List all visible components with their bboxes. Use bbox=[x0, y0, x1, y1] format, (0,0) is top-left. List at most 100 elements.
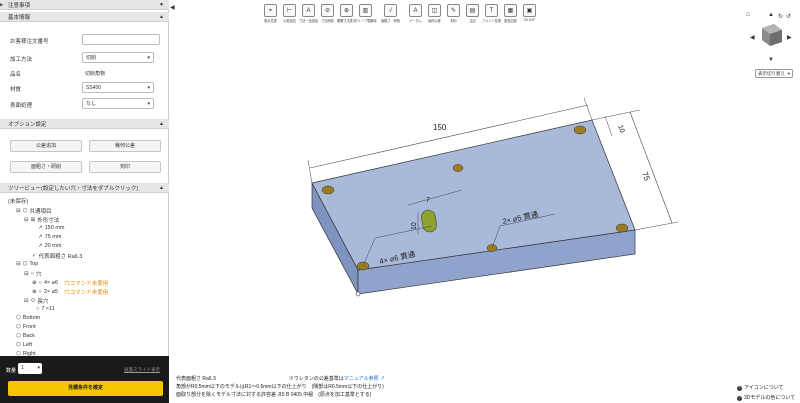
tree-slot-item[interactable]: ○ 7 ×11 bbox=[36, 306, 55, 312]
tree-bottom[interactable]: ⬡ Bottom bbox=[16, 315, 40, 321]
rotate-ccw-icon[interactable]: ↺ bbox=[786, 13, 791, 20]
tree-roughness[interactable]: ✓ 代表面粗さ Ra6.3 bbox=[32, 252, 82, 260]
tree-front[interactable]: ⬡ Front bbox=[16, 324, 36, 330]
roughness-button[interactable]: 面粗さ・研削 bbox=[10, 161, 82, 173]
tree-common[interactable]: ⊟ ⬡ 共通項目 bbox=[16, 207, 51, 215]
help-links: ? アイコンについて ? 3Dモデルの色について bbox=[737, 383, 795, 403]
tree-slot[interactable]: ⊟ ⬭ 長穴 bbox=[24, 297, 48, 306]
dxf-button[interactable]: ▦ 数長記録 bbox=[502, 4, 519, 28]
hole[interactable] bbox=[573, 125, 587, 135]
order-no-input[interactable] bbox=[82, 34, 160, 45]
tolerance-button[interactable]: ⊢ 公差追加 bbox=[281, 4, 298, 28]
plus-icon[interactable]: ⊕ bbox=[32, 280, 37, 286]
tree-top[interactable]: ⊟ ⬡ Top bbox=[16, 261, 38, 267]
dim-delete-button[interactable]: ⊘ 寸法削除 bbox=[319, 4, 336, 28]
notes: 代表面粗さ Ra6.3 ※ウレタンの公差基準はマニュアル参照 ↗ 角部がR0.5… bbox=[176, 375, 385, 399]
surface-select[interactable]: なし ▾ bbox=[82, 98, 154, 109]
tree-outer-dims[interactable]: ⊟ ⊞ 外形寸法 bbox=[24, 216, 59, 224]
slot-height-label[interactable]: 10 bbox=[411, 222, 418, 230]
note-button[interactable]: ▤ 注記 bbox=[464, 4, 481, 28]
model-canvas[interactable]: 150 75 10 7 10 2× ⌀5 貫通 4× ⌀6 貫通 bbox=[180, 30, 740, 360]
2d-button[interactable]: ▣ 2D DXF bbox=[521, 4, 538, 28]
slide-display-link[interactable]: 画面スライド表示 bbox=[124, 367, 160, 373]
hole[interactable] bbox=[615, 223, 629, 233]
confirm-button[interactable]: 見積条件を確定 bbox=[8, 381, 163, 396]
stamp-button[interactable]: ✎ 刻印 bbox=[445, 4, 462, 28]
plus-icon[interactable]: ⊕ bbox=[32, 289, 37, 295]
help-link-icons[interactable]: ? アイコンについて bbox=[737, 383, 795, 393]
tree-back[interactable]: ⬡ Back bbox=[16, 333, 35, 339]
group-button[interactable]: ▥ グループ間解除 bbox=[354, 4, 377, 28]
roughness-button[interactable]: √ 面粗さ・研削 bbox=[381, 4, 400, 28]
expand-icon[interactable]: ▼ bbox=[159, 2, 164, 8]
material-select[interactable]: SS400 ▾ bbox=[82, 82, 154, 93]
minus-icon[interactable]: ⊟ bbox=[16, 261, 21, 267]
chevron-down-icon: ▾ bbox=[787, 71, 790, 76]
arrow-down-icon[interactable]: ▼ bbox=[768, 57, 774, 63]
minus-icon[interactable]: ⊟ bbox=[24, 298, 29, 304]
note-icon: ▤ bbox=[466, 4, 479, 17]
datum-button[interactable]: A データム bbox=[407, 4, 424, 28]
review-button[interactable]: ⊕ 要確寸法表示 bbox=[337, 4, 356, 28]
chevron-down-icon: ▾ bbox=[147, 55, 150, 61]
hole[interactable] bbox=[321, 185, 335, 195]
home-icon[interactable]: ⌂ bbox=[746, 11, 750, 18]
slot-width-label[interactable]: 7 bbox=[426, 197, 430, 204]
dim-edge-label[interactable]: 10 bbox=[616, 124, 625, 134]
arrow-up-icon[interactable]: ▲ bbox=[768, 12, 774, 18]
tree-left[interactable]: ⬡ Left bbox=[16, 342, 32, 348]
minus-icon[interactable]: ⊟ bbox=[16, 208, 21, 214]
tree-dim[interactable]: ↗ 20 mm bbox=[38, 243, 61, 249]
tree-top-label: Top bbox=[29, 261, 39, 267]
external-link-icon[interactable]: ↗ bbox=[379, 376, 385, 382]
origin-button[interactable]: ⌖ 基点変更 bbox=[262, 4, 279, 28]
tree-unsaved: (未保存) bbox=[8, 197, 28, 205]
tree-dim[interactable]: ↗ 150 mm bbox=[38, 225, 64, 231]
hole[interactable] bbox=[452, 164, 464, 172]
dim-width-label[interactable]: 75 bbox=[640, 171, 652, 183]
origin-icon[interactable] bbox=[355, 291, 361, 297]
notice-header[interactable]: ▶ 注意事項 ▼ bbox=[0, 0, 169, 10]
tree-outer-dims-label: 外形寸法 bbox=[37, 218, 60, 224]
view-switch-select[interactable]: 表示切り替え ▾ bbox=[755, 69, 793, 78]
arrow-right-icon[interactable]: ▶ bbox=[787, 35, 792, 41]
tree-dim[interactable]: ↗ 75 mm bbox=[38, 234, 61, 240]
basic-header[interactable]: 基本情報 ▲ bbox=[0, 12, 169, 22]
tree-hole-item[interactable]: ⊕ ○ 2× ⌀5 穴コマンド未使用 bbox=[32, 288, 108, 296]
minus-icon[interactable]: ⊟ bbox=[24, 217, 29, 223]
chevron-down-icon: ▾ bbox=[37, 365, 40, 371]
origin-icon: ⌖ bbox=[264, 4, 277, 17]
geometric-tolerance-button[interactable]: 幾何公差 bbox=[89, 140, 161, 152]
manual-link[interactable]: マニュアル参照 bbox=[344, 376, 379, 382]
process-select[interactable]: 切削 ▾ bbox=[82, 52, 154, 63]
font-icon: T bbox=[485, 4, 498, 17]
help-link-colors[interactable]: ? 3Dモデルの色について bbox=[737, 393, 795, 403]
rotate-icon[interactable]: ↻ bbox=[778, 13, 783, 20]
product-value: 切削角物 bbox=[85, 71, 106, 77]
collapse-icon[interactable]: ▲ bbox=[159, 185, 164, 191]
cube-icon: ⬡ bbox=[22, 261, 28, 267]
quantity-select[interactable]: 1 ▾ bbox=[18, 363, 42, 374]
font-button[interactable]: T フォント変更 bbox=[482, 4, 501, 28]
dim-icon: A bbox=[302, 4, 315, 17]
options-header-label: オプション設定 bbox=[8, 121, 47, 128]
toolbar-label: 刻印 bbox=[450, 19, 457, 23]
toolbar-label: 公差追加 bbox=[283, 19, 296, 23]
stamp-button[interactable]: 刻印 bbox=[89, 161, 161, 173]
tree-hole[interactable]: ⊟ ○ 穴 bbox=[24, 270, 41, 278]
dim-length-label[interactable]: 150 bbox=[433, 123, 447, 132]
tree-header[interactable]: ツリービュー(設定したい穴・寸法をダブルクリック) ▲ bbox=[0, 183, 169, 193]
collapse-icon[interactable]: ▲ bbox=[159, 121, 164, 127]
toolbar-label: 2D DXF bbox=[523, 18, 536, 22]
minus-icon[interactable]: ⊟ bbox=[24, 271, 29, 277]
tree-hole-item[interactable]: ⊕ ○ 4× ⌀6 穴コマンド未使用 bbox=[32, 279, 108, 287]
dim-button[interactable]: A 寸法一括追加 bbox=[299, 4, 318, 28]
collapse-panel-icon[interactable]: ◀ bbox=[170, 4, 175, 11]
arrow-left-icon[interactable]: ◀ bbox=[750, 35, 755, 41]
view-cube[interactable]: ⌂ ▲ ◀ ▶ ▼ ↻ ↺ bbox=[744, 6, 796, 76]
tree-header-label: ツリービュー(設定したい穴・寸法をダブルクリック) bbox=[8, 185, 139, 192]
collapse-icon[interactable]: ▲ bbox=[159, 14, 164, 20]
tolerance-add-button[interactable]: 公差追加 bbox=[10, 140, 82, 152]
geometric-button[interactable]: ◫ 幾何公差 bbox=[426, 4, 443, 28]
options-header[interactable]: オプション設定 ▲ bbox=[0, 119, 169, 129]
